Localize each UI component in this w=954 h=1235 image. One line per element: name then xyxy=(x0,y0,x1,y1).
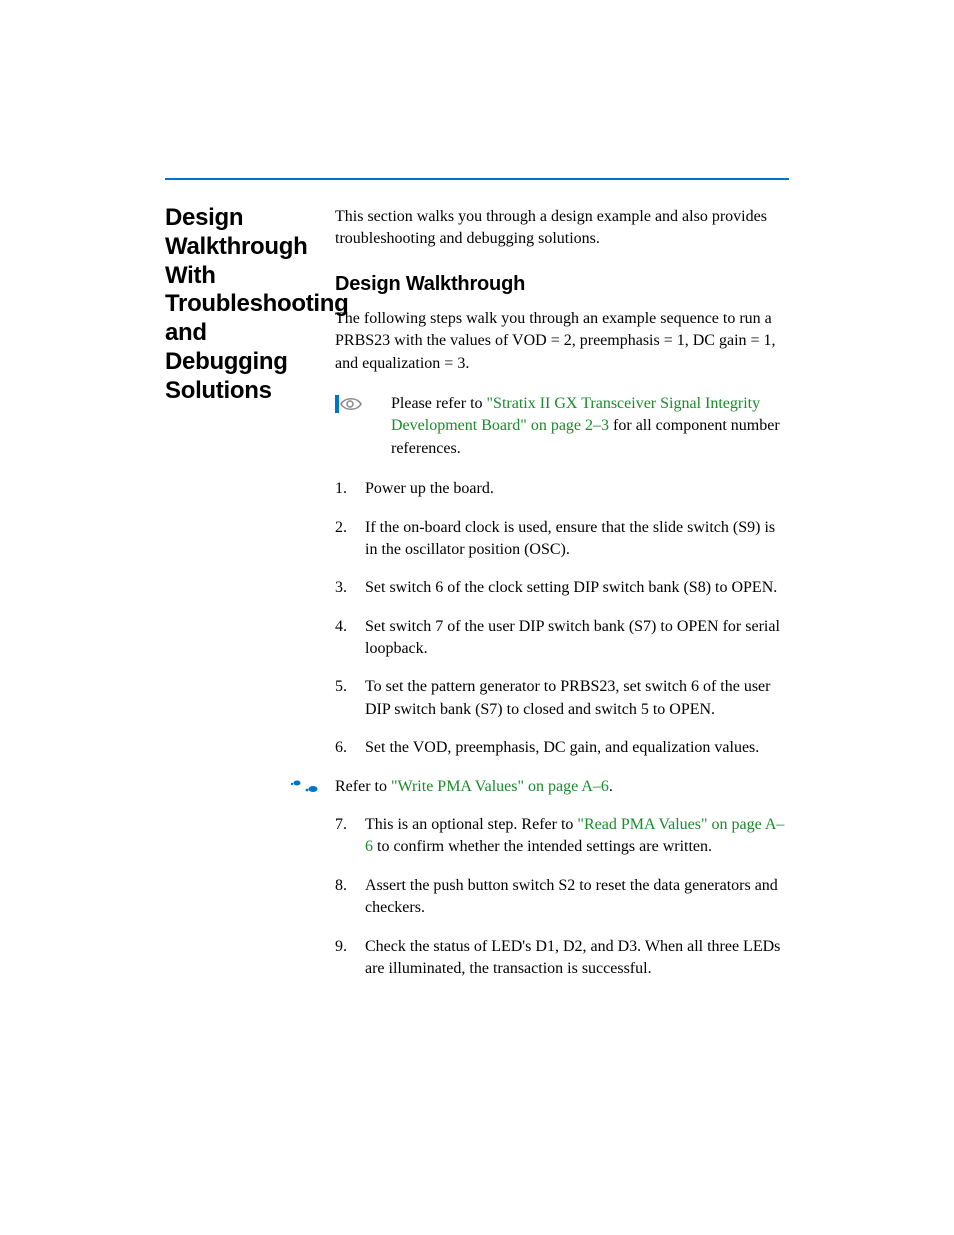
step-text: Check the status of LED's D1, D2, and D3… xyxy=(365,936,789,981)
list-item: Assert the push button switch S2 to rese… xyxy=(335,875,789,920)
reference-body: Refer to "Write PMA Values" on page A–6. xyxy=(335,776,789,798)
hand-note-icon xyxy=(335,393,391,413)
note-body: Please refer to "Stratix II GX Transceiv… xyxy=(391,393,789,460)
list-item: Set switch 6 of the clock setting DIP sw… xyxy=(335,577,789,599)
list-item: Set the VOD, preemphasis, DC gain, and e… xyxy=(335,737,789,759)
main-content: This section walks you through a design … xyxy=(335,206,789,996)
step-text: Set switch 7 of the user DIP switch bank… xyxy=(365,616,789,661)
footsteps-icon xyxy=(275,776,335,796)
list-item: If the on-board clock is used, ensure th… xyxy=(335,517,789,562)
step7-post: to confirm whether the intended settings… xyxy=(373,838,712,855)
list-item: Power up the board. xyxy=(335,478,789,500)
top-rule xyxy=(165,178,789,180)
reference-row: Refer to "Write PMA Values" on page A–6. xyxy=(275,776,789,798)
list-item: Set switch 7 of the user DIP switch bank… xyxy=(335,616,789,661)
sidebar-heading: Design Walkthrough With Troubleshooting … xyxy=(165,204,320,406)
step-text: Set switch 6 of the clock setting DIP sw… xyxy=(365,577,789,599)
note-pre: Please refer to xyxy=(391,395,487,412)
refer-pre: Refer to xyxy=(335,778,391,795)
note-row: Please refer to "Stratix II GX Transceiv… xyxy=(335,393,789,460)
step-text: If the on-board clock is used, ensure th… xyxy=(365,517,789,562)
refer-link[interactable]: "Write PMA Values" on page A–6 xyxy=(391,778,609,795)
steps-list-b: This is an optional step. Refer to "Read… xyxy=(335,814,789,980)
page: Design Walkthrough With Troubleshooting … xyxy=(0,0,954,1235)
list-item: To set the pattern generator to PRBS23, … xyxy=(335,676,789,721)
section-lead: The following steps walk you through an … xyxy=(335,308,789,375)
step-text: Set the VOD, preemphasis, DC gain, and e… xyxy=(365,737,789,759)
list-item: Check the status of LED's D1, D2, and D3… xyxy=(335,936,789,981)
section-title: Design Walkthrough xyxy=(335,273,789,296)
intro-paragraph: This section walks you through a design … xyxy=(335,206,789,251)
steps-list-a: Power up the board. If the on-board cloc… xyxy=(335,478,789,760)
step7-pre: This is an optional step. Refer to xyxy=(365,816,577,833)
step-text: This is an optional step. Refer to "Read… xyxy=(365,814,789,859)
step-text: Assert the push button switch S2 to rese… xyxy=(365,875,789,920)
step-text: Power up the board. xyxy=(365,478,789,500)
step-text: To set the pattern generator to PRBS23, … xyxy=(365,676,789,721)
list-item: This is an optional step. Refer to "Read… xyxy=(335,814,789,859)
refer-post: . xyxy=(609,778,613,795)
